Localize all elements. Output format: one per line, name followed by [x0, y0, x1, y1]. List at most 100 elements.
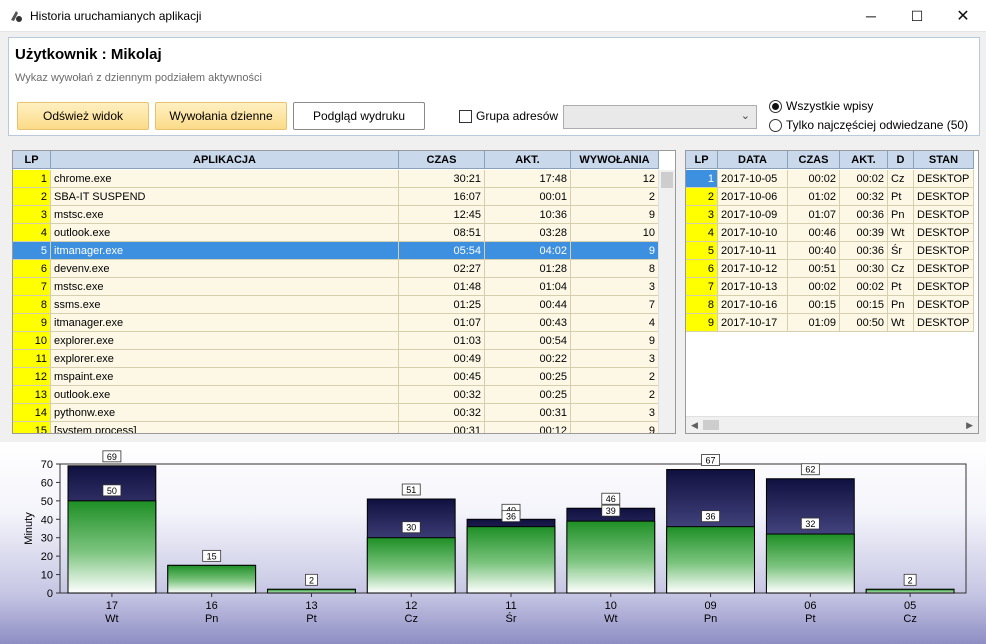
app-row[interactable]: 2 SBA-IT SUSPEND 16:07 00:01 2: [13, 188, 659, 206]
day-header-4[interactable]: D: [888, 151, 914, 169]
app-cell: itmanager.exe: [51, 314, 399, 332]
app-row[interactable]: 9 itmanager.exe 01:07 00:43 4: [13, 314, 659, 332]
applications-vscrollbar[interactable]: [658, 170, 675, 433]
app-cell: 9: [571, 242, 659, 260]
maximize-button[interactable]: ☐: [894, 0, 940, 32]
x-day-label: Pn: [205, 613, 218, 625]
app-header-1[interactable]: APLIKACJA: [51, 151, 399, 169]
app-cell: itmanager.exe: [51, 242, 399, 260]
day-header-1[interactable]: DATA: [718, 151, 788, 169]
app-row[interactable]: 12 mspaint.exe 00:45 00:25 2: [13, 368, 659, 386]
day-row[interactable]: 4 2017-10-10 00:46 00:39 Wt DESKTOP: [686, 224, 974, 242]
scroll-thumb[interactable]: [703, 420, 719, 430]
app-row[interactable]: 14 pythonw.exe 00:32 00:31 3: [13, 404, 659, 422]
app-row[interactable]: 4 outlook.exe 08:51 03:28 10: [13, 224, 659, 242]
day-header-2[interactable]: CZAS: [788, 151, 840, 169]
app-cell: 3: [13, 206, 51, 224]
day-cell: 2017-10-16: [718, 296, 788, 314]
app-row[interactable]: 1 chrome.exe 30:21 17:48 12: [13, 170, 659, 188]
minimize-button[interactable]: ─: [848, 0, 894, 32]
daily-chart: 0 10 20 30 40 50 60 70 Minuty 69 50 17 Wt 15 16 Pn 2 13 Pt…: [0, 442, 986, 644]
day-header-5[interactable]: STAN: [914, 151, 974, 169]
app-cell: 2: [571, 368, 659, 386]
y-tick-label: 20: [41, 551, 53, 563]
daily-calls-button[interactable]: Wywołania dzienne: [155, 102, 287, 130]
days-hscrollbar[interactable]: ◀ ▶: [686, 416, 978, 433]
days-table: LP DATA CZAS AKT. D STAN 1 2017-10-05 00:02 00:0…: [685, 150, 979, 434]
bar-active: [666, 526, 755, 594]
x-tick-label: 11: [505, 600, 516, 612]
y-tick-label: 0: [47, 588, 53, 600]
day-row[interactable]: 8 2017-10-16 00:15 00:15 Pn DESKTOP: [686, 296, 974, 314]
day-cell: 2017-10-09: [718, 206, 788, 224]
x-day-label: Pn: [704, 613, 717, 625]
day-cell: 1: [686, 170, 718, 188]
day-row[interactable]: 2 2017-10-06 01:02 00:32 Pt DESKTOP: [686, 188, 974, 206]
day-row[interactable]: 1 2017-10-05 00:02 00:02 Cz DESKTOP: [686, 170, 974, 188]
day-row[interactable]: 3 2017-10-09 01:07 00:36 Pn DESKTOP: [686, 206, 974, 224]
day-cell: 00:02: [840, 278, 888, 296]
app-row[interactable]: 13 outlook.exe 00:32 00:25 2: [13, 386, 659, 404]
app-cell: 00:44: [485, 296, 571, 314]
day-cell: 01:07: [788, 206, 840, 224]
app-row[interactable]: 8 ssms.exe 01:25 00:44 7: [13, 296, 659, 314]
app-row[interactable]: 10 explorer.exe 01:03 00:54 9: [13, 332, 659, 350]
close-button[interactable]: ✕: [940, 0, 986, 32]
app-header-2[interactable]: CZAS: [399, 151, 485, 169]
bar-active: [566, 520, 656, 594]
group-checkbox[interactable]: [459, 110, 472, 123]
day-row[interactable]: 5 2017-10-11 00:40 00:36 Śr DESKTOP: [686, 242, 974, 260]
app-row[interactable]: 15 [system process] 00:31 00:12 9: [13, 422, 659, 433]
app-header-3[interactable]: AKT.: [485, 151, 571, 169]
app-cell: 00:22: [485, 350, 571, 368]
app-row[interactable]: 11 explorer.exe 00:49 00:22 3: [13, 350, 659, 368]
day-cell: 2017-10-10: [718, 224, 788, 242]
app-cell: 08:51: [399, 224, 485, 242]
radio-top[interactable]: [769, 119, 782, 132]
refresh-button[interactable]: Odśwież widok: [17, 102, 149, 130]
y-tick-label: 60: [41, 477, 53, 489]
app-cell: [system process]: [51, 422, 399, 433]
app-icon: [11, 11, 22, 22]
app-cell: 15: [13, 422, 51, 433]
y-tick-label: 30: [41, 533, 53, 545]
x-tick-label: 05: [904, 600, 916, 612]
scroll-thumb[interactable]: [661, 172, 673, 188]
app-cell: 00:32: [399, 386, 485, 404]
app-cell: 00:49: [399, 350, 485, 368]
day-row[interactable]: 9 2017-10-17 01:09 00:50 Wt DESKTOP: [686, 314, 974, 332]
days-table-body: 1 2017-10-05 00:02 00:02 Cz DESKTOP 2 2017-10-0…: [686, 170, 974, 332]
app-row[interactable]: 7 mstsc.exe 01:48 01:04 3: [13, 278, 659, 296]
day-header-0[interactable]: LP: [686, 151, 718, 169]
app-row[interactable]: 5 itmanager.exe 05:54 04:02 9: [13, 242, 659, 260]
app-row[interactable]: 6 devenv.exe 02:27 01:28 8: [13, 260, 659, 278]
day-row[interactable]: 7 2017-10-13 00:02 00:02 Pt DESKTOP: [686, 278, 974, 296]
group-select[interactable]: ⌄: [563, 105, 757, 129]
app-cell: mstsc.exe: [51, 278, 399, 296]
app-cell: 8: [571, 260, 659, 278]
day-cell: DESKTOP: [914, 296, 974, 314]
day-header-3[interactable]: AKT.: [840, 151, 888, 169]
app-header-0[interactable]: LP: [13, 151, 51, 169]
day-row[interactable]: 6 2017-10-12 00:51 00:30 Cz DESKTOP: [686, 260, 974, 278]
app-cell: 10: [13, 332, 51, 350]
app-cell: 01:28: [485, 260, 571, 278]
x-day-label: Pt: [805, 613, 815, 625]
applications-table-header: LP APLIKACJA CZAS AKT. WYWOŁANIA: [13, 151, 659, 169]
app-cell: 30:21: [399, 170, 485, 188]
app-cell: 11: [13, 350, 51, 368]
app-header-4[interactable]: WYWOŁANIA: [571, 151, 659, 169]
print-preview-button[interactable]: Podgląd wydruku: [293, 102, 425, 130]
radio-all[interactable]: [769, 100, 782, 113]
app-row[interactable]: 3 mstsc.exe 12:45 10:36 9: [13, 206, 659, 224]
app-cell: outlook.exe: [51, 224, 399, 242]
day-cell: 00:40: [788, 242, 840, 260]
day-cell: 00:36: [840, 206, 888, 224]
y-tick-label: 40: [41, 514, 53, 526]
app-cell: 4: [571, 314, 659, 332]
app-cell: 2: [571, 188, 659, 206]
scroll-right-icon[interactable]: ▶: [966, 420, 973, 431]
chevron-down-icon: ⌄: [740, 110, 750, 122]
day-cell: 4: [686, 224, 718, 242]
scroll-left-icon[interactable]: ◀: [691, 420, 698, 431]
